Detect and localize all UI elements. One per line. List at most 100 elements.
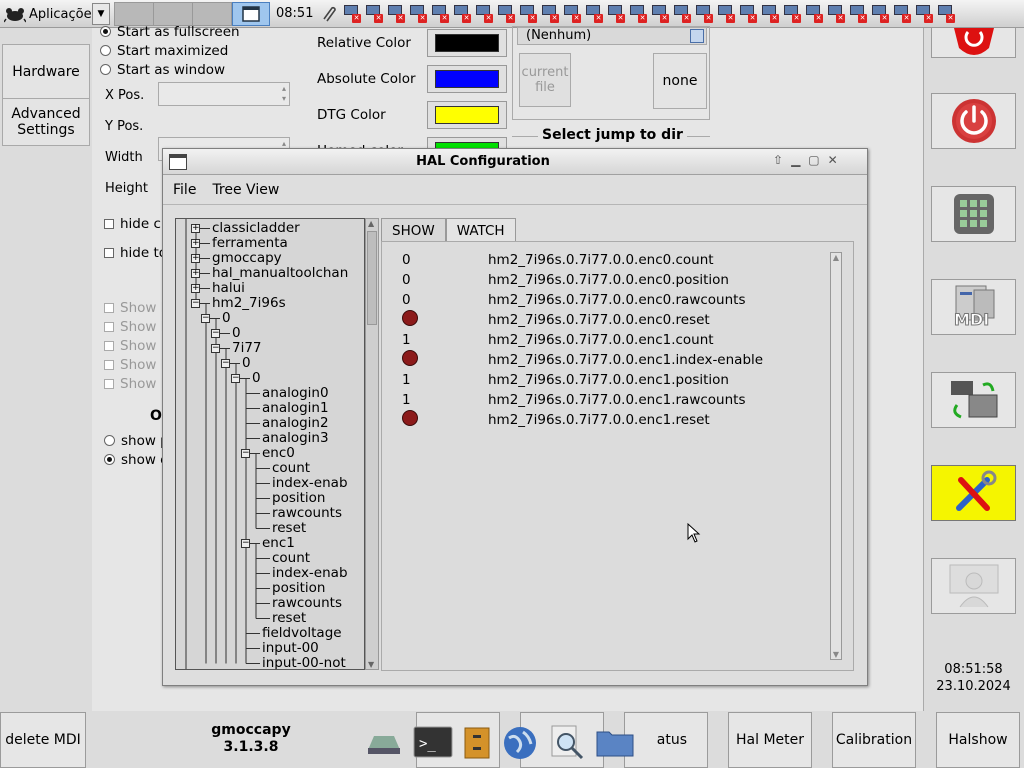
maximize-icon[interactable]: ▢ xyxy=(808,153,819,167)
hal-tree-view[interactable]: + classicladder + ferramenta + gmoccapy + hal_m… xyxy=(175,218,365,670)
network-disconnected-icon[interactable]: ✕ xyxy=(342,3,361,23)
network-disconnected-icon[interactable]: ✕ xyxy=(804,3,823,23)
network-disconnected-icon[interactable]: ✕ xyxy=(606,3,625,23)
keypad-button[interactable] xyxy=(931,186,1016,242)
network-disconnected-icon[interactable]: ✕ xyxy=(496,3,515,23)
scroll-down-arrow-icon[interactable]: ▼ xyxy=(368,660,374,669)
tree-node[interactable]: enc1 xyxy=(262,536,295,551)
show-keyboard-checkbox[interactable]: Show k xyxy=(104,336,169,355)
network-disconnected-icon[interactable]: ✕ xyxy=(562,3,581,23)
collapse-icon[interactable]: − xyxy=(191,299,200,308)
watch-row[interactable]: 1 hm2_7i96s.0.7i77.0.0.enc1.rawcounts xyxy=(402,390,746,410)
tab-show[interactable]: SHOW xyxy=(381,218,446,242)
show-keyboard-checkbox[interactable]: Show k xyxy=(104,355,169,374)
show-keyboard-checkbox[interactable]: Show k xyxy=(104,298,169,317)
network-disconnected-icon[interactable]: ✕ xyxy=(738,3,757,23)
tree-node[interactable]: hm2_7i96s xyxy=(212,296,286,311)
delete-mdi-button[interactable]: delete MDI xyxy=(0,712,86,768)
watch-row[interactable]: 0 hm2_7i96s.0.7i77.0.0.enc0.rawcounts xyxy=(402,290,746,310)
tree-node[interactable]: analogin2 xyxy=(262,416,329,431)
collapse-icon[interactable]: − xyxy=(241,539,250,548)
tab-watch[interactable]: WATCH xyxy=(445,218,516,242)
network-disconnected-icon[interactable]: ✕ xyxy=(408,3,427,23)
close-icon[interactable]: ✕ xyxy=(828,153,838,167)
watch-row[interactable]: 0 hm2_7i96s.0.7i77.0.0.enc0.position xyxy=(402,270,729,290)
tree-node[interactable]: fieldvoltage xyxy=(262,626,342,641)
tree-node[interactable]: input-00 xyxy=(262,641,319,656)
machine-setup-button[interactable] xyxy=(931,372,1016,428)
show-mode-radio[interactable]: show p xyxy=(104,431,169,450)
network-disconnected-icon[interactable]: ✕ xyxy=(914,3,933,23)
network-disconnected-icon[interactable]: ✕ xyxy=(584,3,603,23)
show-keyboard-checkbox[interactable]: Show k xyxy=(104,317,169,336)
network-disconnected-icon[interactable]: ✕ xyxy=(474,3,493,23)
settings-tools-button[interactable] xyxy=(931,465,1016,521)
folder-icon[interactable] xyxy=(595,726,635,760)
collapse-icon[interactable]: − xyxy=(211,344,220,353)
hide-cursor-checkbox[interactable]: hide cu xyxy=(104,216,169,232)
tree-node[interactable]: 0 xyxy=(222,311,231,326)
watch-row[interactable]: hm2_7i96s.0.7i77.0.0.enc1.reset xyxy=(402,410,710,430)
network-disconnected-icon[interactable]: ✕ xyxy=(826,3,845,23)
collapse-icon[interactable]: − xyxy=(241,449,250,458)
tree-node[interactable]: 0 xyxy=(232,326,241,341)
estop-button[interactable] xyxy=(931,27,1016,58)
show-mode-radio[interactable]: show c xyxy=(104,450,169,469)
watch-row[interactable]: 1 hm2_7i96s.0.7i77.0.0.enc1.count xyxy=(402,330,714,350)
network-disconnected-icon[interactable]: ✕ xyxy=(518,3,537,23)
collapse-icon[interactable]: − xyxy=(231,374,240,383)
hal-title-bar[interactable]: HAL Configuration ⇧ ▁ ▢ ✕ xyxy=(163,149,867,175)
tree-node[interactable]: reset xyxy=(272,521,306,536)
network-disconnected-icon[interactable]: ✕ xyxy=(870,3,889,23)
roll-up-icon[interactable]: ⇧ xyxy=(773,153,783,167)
tree-node[interactable]: halui xyxy=(212,281,245,296)
tree-node[interactable]: enc0 xyxy=(262,446,295,461)
menu-tree-view[interactable]: Tree View xyxy=(212,182,279,198)
none-button[interactable]: none xyxy=(653,53,707,109)
tree-node[interactable]: count xyxy=(272,551,310,566)
show-keyboard-checkbox[interactable]: Show k xyxy=(104,374,169,393)
tree-node[interactable]: count xyxy=(272,461,310,476)
applications-menu[interactable]: Aplicaçõe xyxy=(4,3,92,25)
tree-node[interactable]: reset xyxy=(272,611,306,626)
color-picker-button[interactable] xyxy=(427,65,507,93)
expand-icon[interactable]: + xyxy=(191,284,200,293)
tree-node[interactable]: analogin0 xyxy=(262,386,329,401)
window-mode-radio[interactable]: Start as fullscreen xyxy=(100,22,240,41)
network-disconnected-icon[interactable]: ✕ xyxy=(892,3,911,23)
search-icon[interactable] xyxy=(548,724,586,762)
file-combo[interactable]: (Nenhum) xyxy=(517,27,707,45)
expand-icon[interactable]: + xyxy=(191,269,200,278)
current-file-button[interactable]: current file xyxy=(519,53,571,107)
hal-meter-button[interactable]: Hal Meter xyxy=(728,712,812,768)
network-disconnected-icon[interactable]: ✕ xyxy=(430,3,449,23)
web-browser-icon[interactable] xyxy=(501,724,539,762)
tree-node[interactable]: index-enab xyxy=(272,476,348,491)
advanced-settings-button[interactable]: Advanced Settings xyxy=(2,98,90,146)
network-disconnected-icon[interactable]: ✕ xyxy=(782,3,801,23)
network-disconnected-icon[interactable]: ✕ xyxy=(364,3,383,23)
tree-node[interactable]: analogin3 xyxy=(262,431,329,446)
expand-icon[interactable]: + xyxy=(191,254,200,263)
clipboard-icon[interactable] xyxy=(320,5,338,23)
tree-node[interactable]: rawcounts xyxy=(272,506,342,521)
tree-node[interactable]: rawcounts xyxy=(272,596,342,611)
tree-node[interactable]: ferramenta xyxy=(212,236,288,251)
expand-icon[interactable]: + xyxy=(191,224,200,233)
user-tabs-button[interactable] xyxy=(931,558,1016,614)
watch-row[interactable]: 1 hm2_7i96s.0.7i77.0.0.enc1.position xyxy=(402,370,729,390)
drive-icon[interactable] xyxy=(364,728,404,758)
terminal-icon[interactable]: >_ xyxy=(413,726,453,760)
network-disconnected-icon[interactable]: ✕ xyxy=(694,3,713,23)
window-mode-radio[interactable]: Start as window xyxy=(100,60,240,79)
window-mode-radio[interactable]: Start maximized xyxy=(100,41,240,60)
watch-row[interactable]: hm2_7i96s.0.7i77.0.0.enc1.index-enable xyxy=(402,350,763,370)
collapse-icon[interactable]: − xyxy=(211,329,220,338)
mdi-button[interactable]: MDI xyxy=(931,279,1016,335)
halshow-button[interactable]: Halshow xyxy=(936,712,1020,768)
collapse-icon[interactable]: − xyxy=(221,359,230,368)
tree-scroll-thumb[interactable] xyxy=(367,231,377,325)
power-button[interactable] xyxy=(931,93,1016,149)
tree-scrollbar[interactable]: ▲ ▼ xyxy=(365,218,379,670)
network-disconnected-icon[interactable]: ✕ xyxy=(936,3,955,23)
